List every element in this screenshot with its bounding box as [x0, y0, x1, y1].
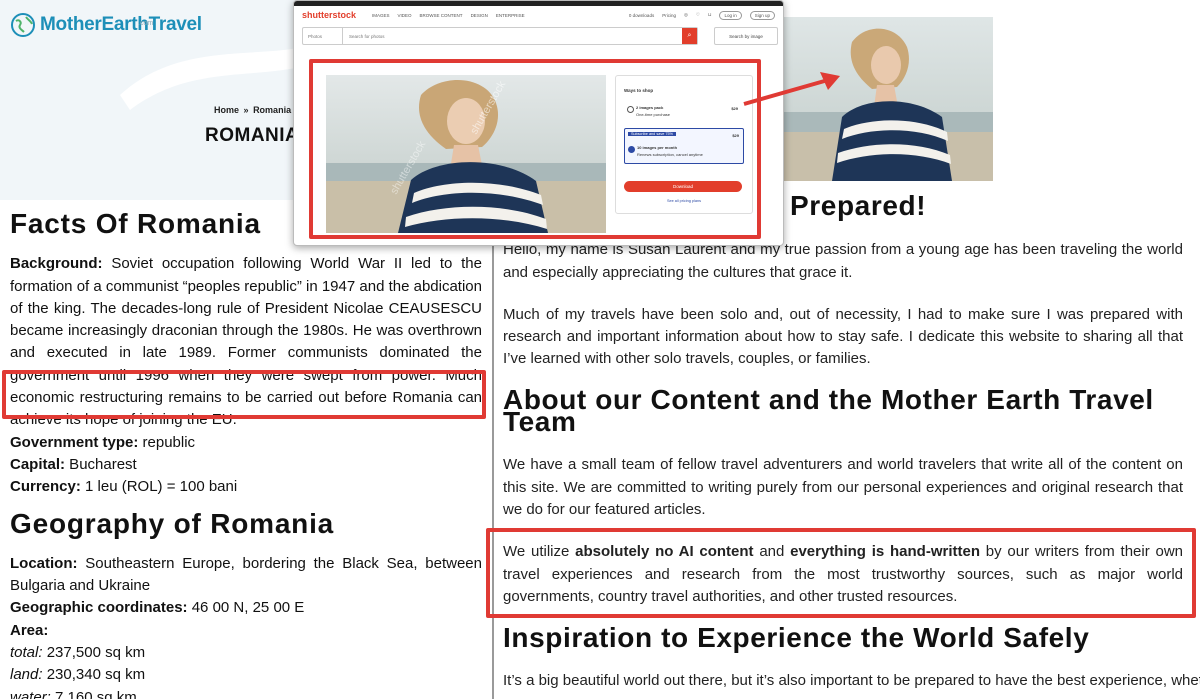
- ss-cart-icon[interactable]: ⊔: [708, 12, 712, 18]
- inspiration-paragraph: It’s a big beautiful world out there, bu…: [503, 672, 1200, 690]
- government-label: Government type:: [10, 433, 139, 451]
- government-value: republic: [138, 433, 196, 451]
- ss-category-select[interactable]: Photos: [303, 28, 343, 44]
- page-title: ROMANIA: [205, 125, 300, 146]
- prepared-heading: Prepared!: [790, 190, 927, 221]
- ss-search-input[interactable]: Search for photos: [343, 34, 682, 39]
- highlight-box-shutterstock: [309, 59, 761, 239]
- ss-heart-icon[interactable]: ♡: [696, 12, 700, 18]
- site-logo[interactable]: MotherEarthTravel: [10, 12, 202, 38]
- breadcrumb: Home » Romania: [214, 105, 291, 115]
- logo-text: MotherEarthTravel: [40, 14, 202, 35]
- coords-label: Geographic coordinates:: [10, 599, 188, 617]
- currency-row: Currency: 1 leu (ROL) = 100 bani: [10, 476, 482, 498]
- currency-label: Currency:: [10, 478, 81, 496]
- area-water-label: water:: [10, 688, 51, 699]
- ss-search-by-image-button[interactable]: Search by image: [714, 27, 778, 45]
- ss-signup-button[interactable]: Sign up: [749, 10, 775, 20]
- red-arrow-annotation: [743, 72, 840, 106]
- area-total-value: 237,500 sq km: [42, 644, 146, 662]
- ss-nav-design[interactable]: DESIGN: [471, 13, 488, 18]
- breadcrumb-current: Romania: [253, 105, 292, 115]
- ss-globe-icon[interactable]: ◎: [684, 12, 688, 18]
- area-water-row: water: 7,160 sq km: [10, 687, 482, 699]
- location-label: Location:: [10, 554, 78, 572]
- ss-pricing[interactable]: Pricing: [662, 13, 676, 18]
- globe-icon: [11, 13, 35, 37]
- facts-article: Facts Of Romania Background: Soviet occu…: [10, 209, 482, 699]
- logo-domain: .com: [138, 20, 154, 27]
- ss-login-button[interactable]: Log in: [719, 10, 742, 20]
- highlight-box-right: [486, 528, 1196, 618]
- location-row: Location: Southeastern Europe, bordering…: [10, 553, 482, 598]
- area-label: Area:: [10, 621, 49, 639]
- area-land-row: land: 230,340 sq km: [10, 664, 482, 686]
- coords-value: 46 00 N, 25 00 E: [187, 599, 305, 617]
- background-label: Background:: [10, 255, 103, 273]
- area-total-row: total: 237,500 sq km: [10, 642, 482, 664]
- geography-heading: Geography of Romania: [10, 507, 335, 539]
- area-land-value: 230,340 sq km: [42, 666, 146, 684]
- coords-row: Geographic coordinates: 46 00 N, 25 00 E: [10, 597, 482, 619]
- ss-navbar: shutterstock IMAGES VIDEO BROWSE CONTENT…: [294, 6, 783, 24]
- area-water-value: 7,160 sq km: [50, 688, 137, 699]
- capital-row: Capital: Bucharest: [10, 454, 482, 476]
- ss-search-bar[interactable]: Photos Search for photos ⌕: [302, 27, 698, 45]
- content-paragraph-1: We have a small team of fellow travel ad…: [503, 456, 1183, 518]
- ss-search-icon[interactable]: ⌕: [682, 28, 697, 44]
- about-article: Prepared! Hello, my name is Susan Lauren…: [503, 190, 1200, 693]
- highlight-box-left: [2, 370, 486, 419]
- ss-nav-images[interactable]: IMAGES: [372, 13, 390, 18]
- area-land-label: land:: [10, 666, 43, 684]
- ss-nav-enterprise[interactable]: ENTERPRISE: [496, 13, 525, 18]
- ss-nav-video[interactable]: VIDEO: [398, 13, 412, 18]
- content-team-heading: About our Content and the Mother Earth T…: [503, 383, 1154, 438]
- breadcrumb-home-link[interactable]: Home: [214, 105, 239, 115]
- government-row: Government type: republic: [10, 432, 482, 454]
- breadcrumb-separator: »: [243, 105, 249, 115]
- capital-value: Bucharest: [65, 455, 137, 473]
- intro-paragraph-2: Much of my travels have been solo and, o…: [503, 305, 1183, 368]
- inspiration-heading: Inspiration to Experience the World Safe…: [503, 622, 1090, 654]
- currency-value: 1 leu (ROL) = 100 bani: [80, 478, 238, 496]
- ss-downloads[interactable]: 0 downloads: [629, 13, 654, 18]
- ss-nav-browse[interactable]: BROWSE CONTENT: [420, 13, 463, 18]
- capital-label: Capital:: [10, 455, 66, 473]
- ss-logo[interactable]: shutterstock: [302, 10, 356, 20]
- location-value: Southeastern Europe, bordering the Black…: [10, 554, 482, 595]
- area-total-label: total:: [10, 644, 43, 662]
